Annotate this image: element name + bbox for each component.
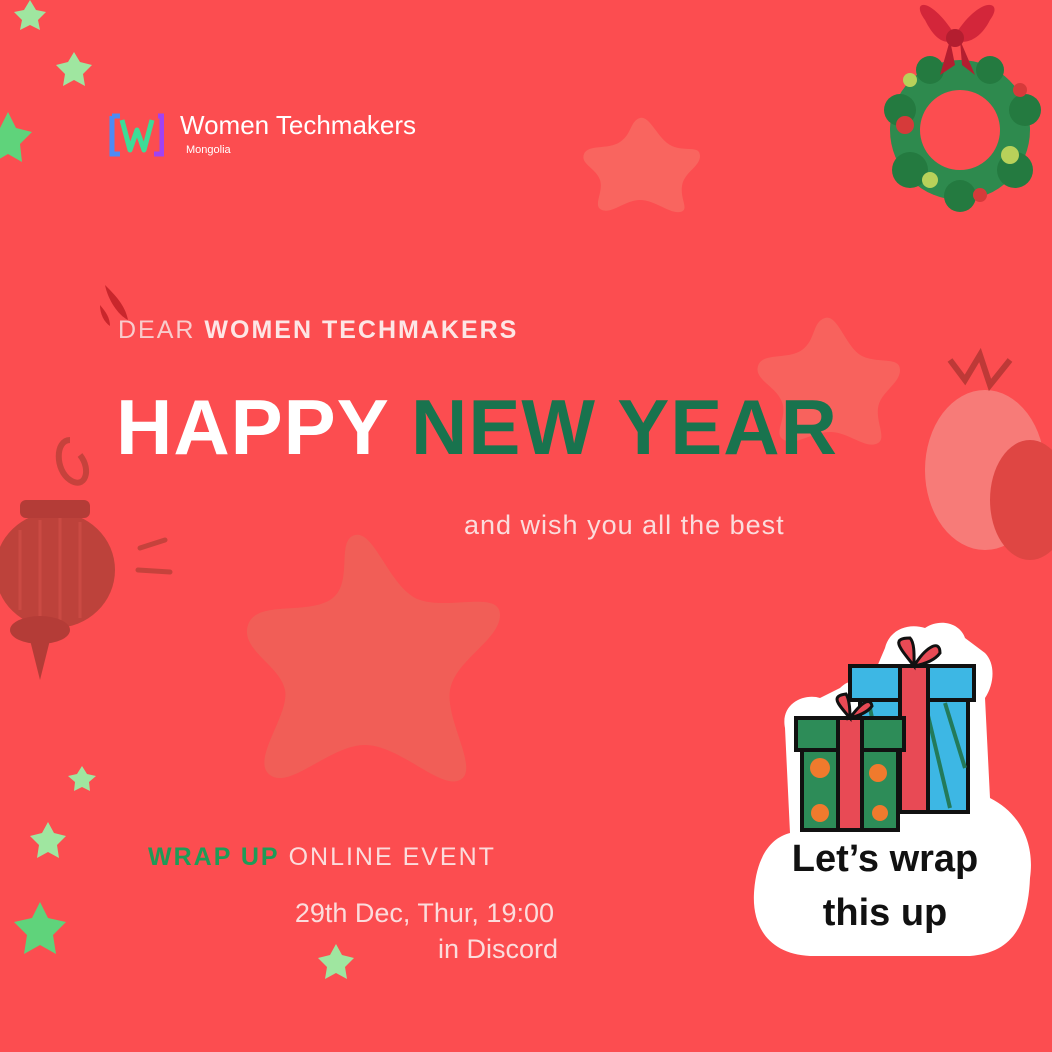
- headline-new-year: NEW YEAR: [411, 383, 838, 471]
- sticker-line-1: Let’s wrap: [791, 838, 979, 880]
- headline: HAPPY NEW YEAR: [116, 388, 838, 466]
- ornament-icon: [0, 437, 173, 680]
- star-icon: [30, 822, 66, 858]
- star-icon: [0, 112, 32, 162]
- poster: Women Techmakers Mongolia DEAR WOMEN TEC…: [0, 0, 1052, 1052]
- sticker-line-2: this up: [822, 892, 948, 934]
- star-icon: [56, 52, 92, 86]
- event-location: in Discord: [437, 934, 558, 964]
- brand-chapter: Mongolia: [186, 144, 231, 156]
- ornament-icon: [925, 347, 1052, 560]
- greeting-audience: WOMEN TECHMAKERS: [204, 316, 519, 344]
- star-icon: [14, 902, 66, 954]
- wish-text: and wish you all the best: [464, 510, 785, 540]
- event-label: ONLINE EVENT: [288, 843, 496, 871]
- sticker: Let’s wrap this up: [750, 608, 1040, 968]
- event-highlight: WRAP UP: [148, 843, 280, 871]
- greeting-dear: DEAR: [118, 316, 196, 344]
- event-title: WRAP UP ONLINE EVENT: [148, 843, 496, 872]
- event-datetime: 29th Dec, Thur, 19:00: [294, 898, 554, 928]
- star-icon: [583, 117, 700, 213]
- brand-name: Women Techmakers: [180, 110, 417, 140]
- brand-logo: Women Techmakers Mongolia: [108, 110, 468, 160]
- greeting-line: DEAR WOMEN TECHMAKERS: [118, 316, 518, 345]
- wtm-logo-icon: [109, 113, 164, 157]
- big-star-icon: [246, 534, 500, 782]
- star-icon: [68, 766, 96, 791]
- headline-happy: HAPPY: [116, 383, 389, 471]
- wreath-icon: [884, 4, 1041, 212]
- star-icon: [14, 0, 46, 30]
